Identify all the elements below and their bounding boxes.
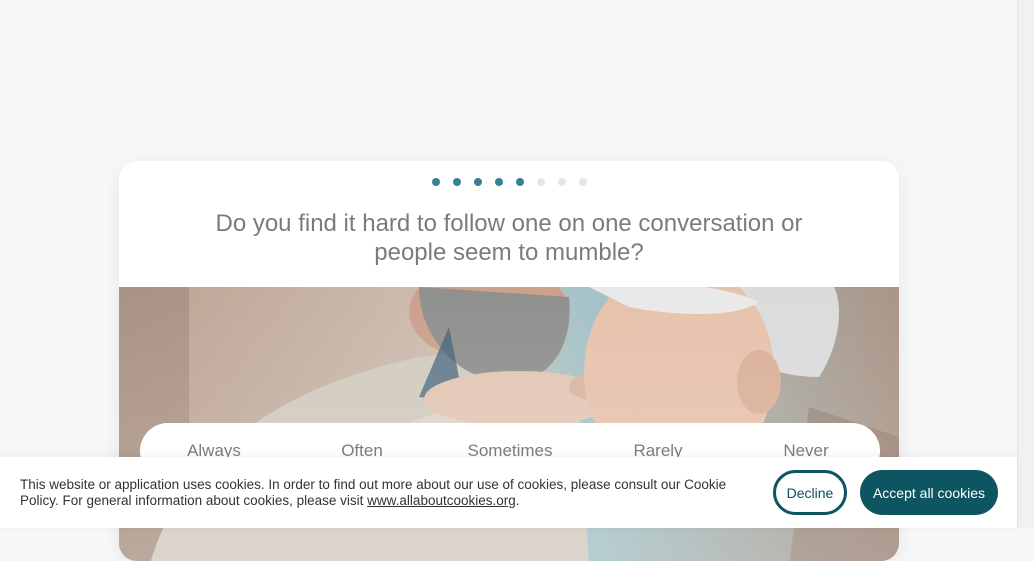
progress-dot [557,178,566,186]
progress-dot [452,178,461,186]
cookie-banner: This website or application uses cookies… [0,457,1017,528]
progress-dot [515,178,524,186]
question-text: Do you find it hard to follow one on one… [215,210,803,266]
progress-dots [119,178,899,186]
progress-dot [473,178,482,186]
allaboutcookies-link[interactable]: www.allaboutcookies.org [367,493,516,508]
progress-dot [578,178,587,186]
progress-dot [431,178,440,186]
answer-always[interactable]: Always [140,423,288,461]
answer-rarely[interactable]: Rarely [584,423,732,461]
decline-button[interactable]: Decline [773,470,847,515]
answer-often[interactable]: Often [288,423,436,461]
page-scrollbar[interactable] [1017,0,1034,528]
accept-all-cookies-button[interactable]: Accept all cookies [860,470,998,515]
progress-dot [536,178,545,186]
progress-dot [494,178,503,186]
answer-never[interactable]: Never [732,423,880,461]
cookie-notice-text: This website or application uses cookies… [20,477,740,509]
cookie-text-end: . [515,493,520,508]
answer-sometimes[interactable]: Sometimes [436,423,584,461]
